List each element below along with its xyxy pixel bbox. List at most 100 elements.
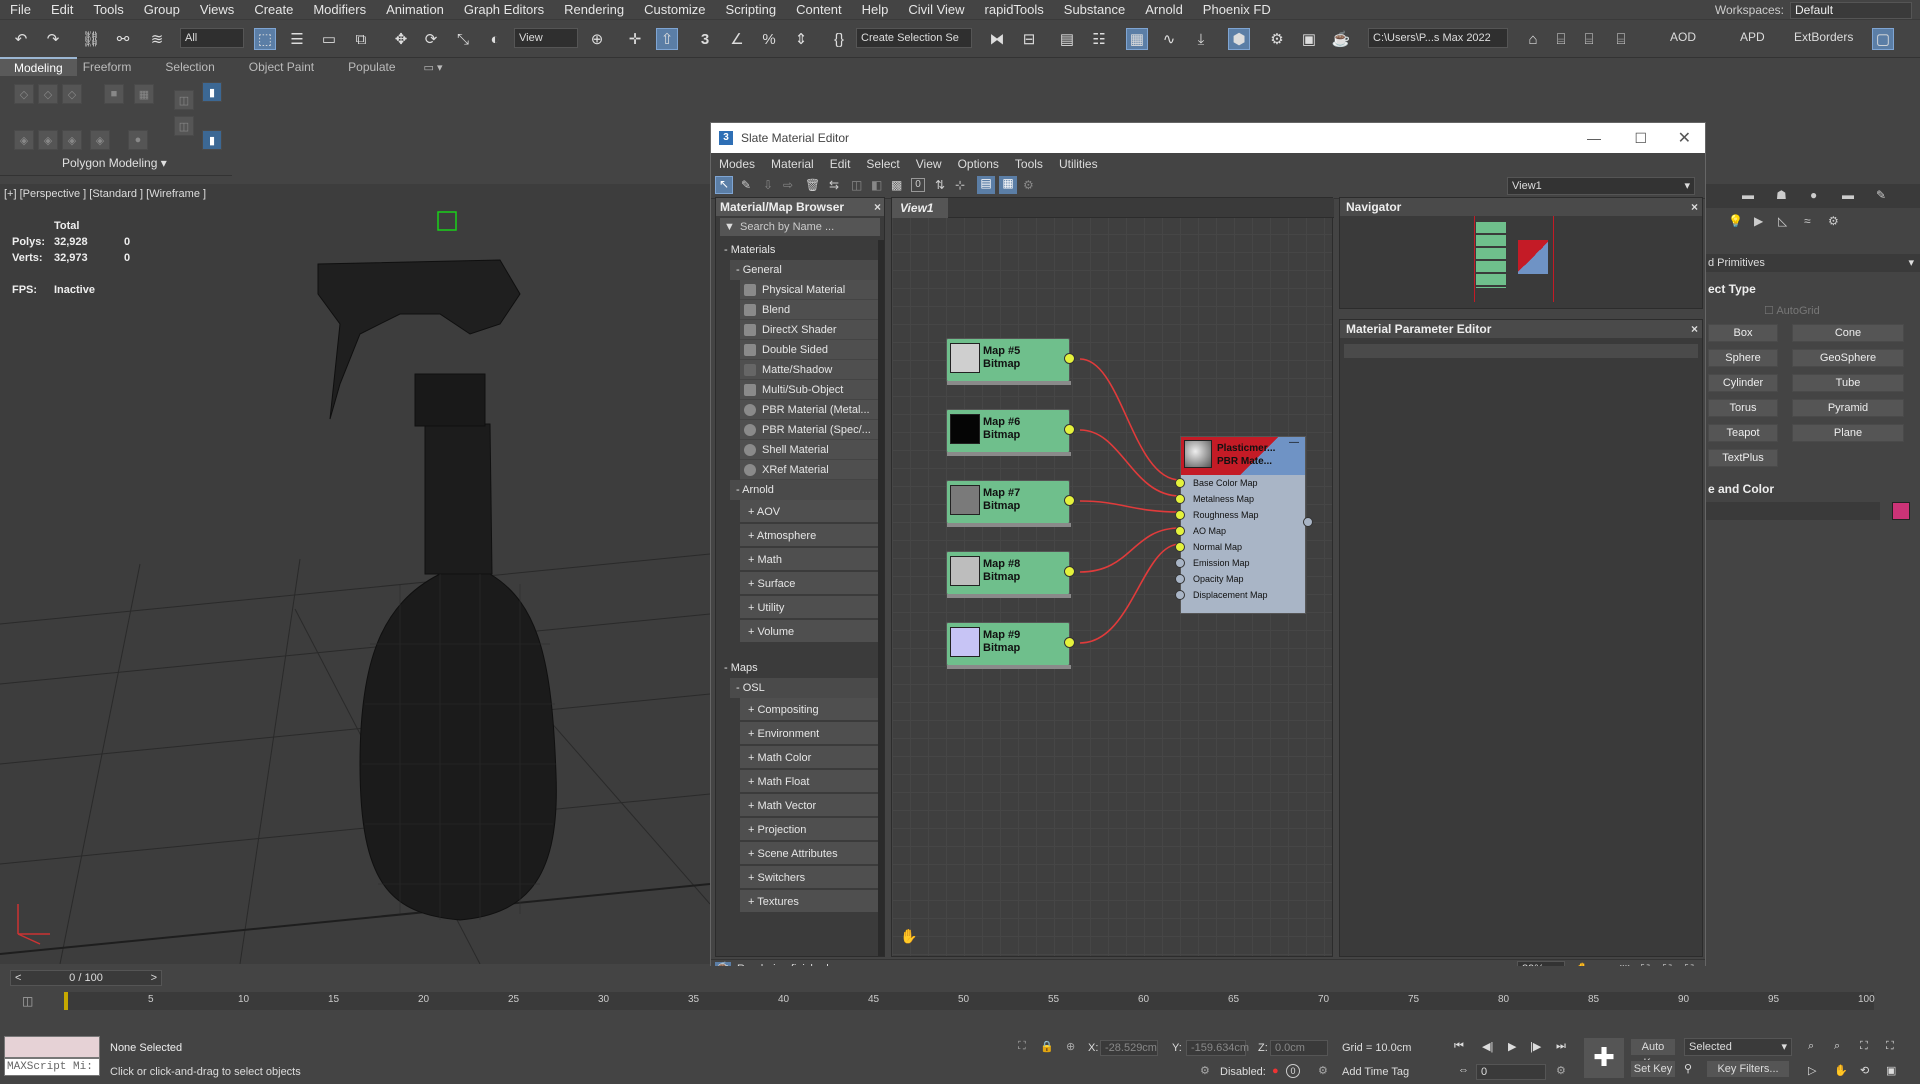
arnold-category-item[interactable]: + Surface xyxy=(740,572,878,596)
navigator-close-icon[interactable]: × xyxy=(1691,198,1698,216)
material-editor-icon[interactable]: ⬢ xyxy=(1228,28,1250,50)
tab-selection[interactable]: Selection xyxy=(159,58,242,76)
current-frame-marker[interactable] xyxy=(64,992,68,1010)
material-item[interactable]: PBR Material (Spec/... xyxy=(740,420,878,440)
material-item[interactable]: Shell Material xyxy=(740,440,878,460)
general-group-collapse-icon[interactable]: - xyxy=(736,264,743,276)
selection-filter-select[interactable]: All xyxy=(180,28,244,48)
aod-button[interactable]: AOD xyxy=(1670,30,1696,44)
ribbon-tool-1-icon[interactable]: ◇ xyxy=(14,84,34,104)
bitmap-node[interactable]: Map #6 Bitmap xyxy=(946,409,1075,456)
pbr-slot-metalness-map[interactable]: Metalness Map xyxy=(1175,491,1305,507)
tab-modeling[interactable]: Modeling xyxy=(0,57,77,77)
layout-all-icon[interactable]: ⇅ xyxy=(935,178,945,192)
menu-content[interactable]: Content xyxy=(786,0,852,20)
set-key-big-button[interactable]: ✚ xyxy=(1584,1038,1624,1078)
material-item[interactable]: Blend xyxy=(740,300,878,320)
create-geosphere-button[interactable]: GeoSphere xyxy=(1792,349,1904,367)
browser-search-input[interactable]: ▼ Search by Name ... xyxy=(720,218,880,236)
bitmap-output-socket[interactable] xyxy=(1064,353,1075,364)
bitmap-output-socket[interactable] xyxy=(1064,495,1075,506)
pivot-icon[interactable]: ⊕ xyxy=(586,28,608,50)
bitmap-node[interactable]: Map #9 Bitmap xyxy=(946,622,1075,669)
material-item[interactable]: Double Sided xyxy=(740,340,878,360)
go-to-start-icon[interactable]: ⏮ xyxy=(1454,1040,1464,1053)
ribbon-tool-7-icon[interactable]: ▮ xyxy=(202,82,222,102)
hierarchy-tab-icon[interactable]: ☗ xyxy=(1776,188,1787,202)
bitmap-output-socket[interactable] xyxy=(1064,637,1075,648)
ribbon-tool-12-icon[interactable]: ● xyxy=(128,130,148,150)
systems-icon[interactable]: ⚙ xyxy=(1828,214,1839,228)
motion-tab-icon[interactable]: ● xyxy=(1810,188,1817,202)
space-warps-icon[interactable]: ≈ xyxy=(1804,214,1811,228)
maps-group-collapse-icon[interactable]: - xyxy=(724,662,731,674)
material-item[interactable]: Matte/Shadow xyxy=(740,360,878,380)
object-type-rollout[interactable]: ect Type xyxy=(1708,282,1756,296)
material-item[interactable]: XRef Material xyxy=(740,460,878,480)
next-frame-icon[interactable]: |▶ xyxy=(1530,1040,1541,1053)
search-dropdown-icon[interactable]: ▼ xyxy=(724,218,735,236)
menu-customize[interactable]: Customize xyxy=(634,0,715,20)
mpe-name-field[interactable] xyxy=(1344,344,1698,358)
slate-menu-select[interactable]: Select xyxy=(858,157,907,171)
zoom-extents-viewport-icon[interactable]: ⛶ xyxy=(1860,1040,1868,1053)
edit-named-selection-icon[interactable]: {} xyxy=(828,28,850,50)
track-bar[interactable]: 5 10 15 20 25 30 35 40 45 50 55 60 65 70 75 80 85 90 95 100 xyxy=(64,992,1875,1010)
viewport-label[interactable]: [+] [Perspective ] [Standard ] [Wirefram… xyxy=(4,188,206,200)
general-group[interactable]: - General xyxy=(730,260,878,280)
osl-category-item[interactable]: + Math Color xyxy=(740,746,878,770)
keyboard-shortcut-icon[interactable]: ⇧ xyxy=(656,28,678,50)
project-icon-2[interactable]: ⌸ xyxy=(1578,28,1600,50)
view-select[interactable]: View1 ▾ xyxy=(1507,177,1695,195)
pick-material-icon[interactable]: ✎ xyxy=(741,178,751,192)
parameter-editor-toggle-icon[interactable]: ▦ xyxy=(999,176,1017,194)
osl-category-item[interactable]: + Math Float xyxy=(740,770,878,794)
material-browser-toggle-icon[interactable]: ▤ xyxy=(977,176,995,194)
time-tag-icon[interactable]: ⚙ xyxy=(1318,1064,1328,1077)
go-to-end-icon[interactable]: ⏭ xyxy=(1556,1040,1566,1053)
tab-object-paint[interactable]: Object Paint xyxy=(243,58,342,76)
link-icon[interactable]: ⛓ xyxy=(80,28,102,50)
slate-menu-utilities[interactable]: Utilities xyxy=(1051,157,1106,171)
current-frame-field[interactable]: 0 xyxy=(1476,1064,1546,1080)
osl-group-collapse-icon[interactable]: - xyxy=(736,682,743,694)
slate-menu-view[interactable]: View xyxy=(908,157,950,171)
pbr-input-socket[interactable] xyxy=(1175,558,1185,568)
object-name-field[interactable] xyxy=(1706,502,1880,520)
menu-modifiers[interactable]: Modifiers xyxy=(303,0,376,20)
osl-group[interactable]: - OSL xyxy=(730,678,878,698)
tab-freeform[interactable]: Freeform xyxy=(77,58,160,76)
pbr-input-socket[interactable] xyxy=(1175,542,1185,552)
lights-icon[interactable]: 💡 xyxy=(1728,214,1743,228)
menu-group[interactable]: Group xyxy=(134,0,190,20)
menu-tools[interactable]: Tools xyxy=(83,0,133,20)
apd-button[interactable]: APD xyxy=(1740,30,1765,44)
osl-category-item[interactable]: + Math Vector xyxy=(740,794,878,818)
mirror-icon[interactable]: ⧓ xyxy=(986,28,1008,50)
reference-coord-select[interactable]: View xyxy=(514,28,578,48)
zoom-viewport-icon[interactable]: ⌕ xyxy=(1808,1040,1814,1053)
pbr-input-socket[interactable] xyxy=(1175,574,1185,584)
key-mode-icon[interactable]: ⇔ xyxy=(1458,1064,1469,1076)
show-background-icon[interactable]: ▩ xyxy=(891,178,902,192)
auto-key-button[interactable]: Auto Key xyxy=(1630,1038,1676,1069)
placement-icon[interactable]: ◐ xyxy=(484,28,506,50)
time-slider-prev-icon[interactable]: < xyxy=(15,971,21,985)
osl-category-item[interactable]: + Textures xyxy=(740,890,878,914)
osl-category-item[interactable]: + Compositing xyxy=(740,698,878,722)
maps-group[interactable]: - Maps xyxy=(716,658,878,678)
pbr-slot-normal-map[interactable]: Normal Map xyxy=(1175,539,1305,555)
tab-populate[interactable]: Populate xyxy=(342,58,423,76)
menu-views[interactable]: Views xyxy=(190,0,244,20)
object-color-swatch[interactable] xyxy=(1892,502,1910,520)
menu-substance[interactable]: Substance xyxy=(1054,0,1135,20)
previous-frame-icon[interactable]: ◀| xyxy=(1482,1040,1493,1053)
pbr-input-socket[interactable] xyxy=(1175,526,1185,536)
menu-phoenix-fd[interactable]: Phoenix FD xyxy=(1193,0,1281,20)
modify-tab-icon[interactable]: ▬ xyxy=(1742,188,1754,202)
percent-snap-icon[interactable]: % xyxy=(758,28,780,50)
menu-arnold[interactable]: Arnold xyxy=(1135,0,1193,20)
ribbon-tool-11-icon[interactable]: ◈ xyxy=(90,130,110,150)
rectangular-region-icon[interactable]: ▭ xyxy=(318,28,340,50)
slate-menu-modes[interactable]: Modes xyxy=(711,157,763,171)
